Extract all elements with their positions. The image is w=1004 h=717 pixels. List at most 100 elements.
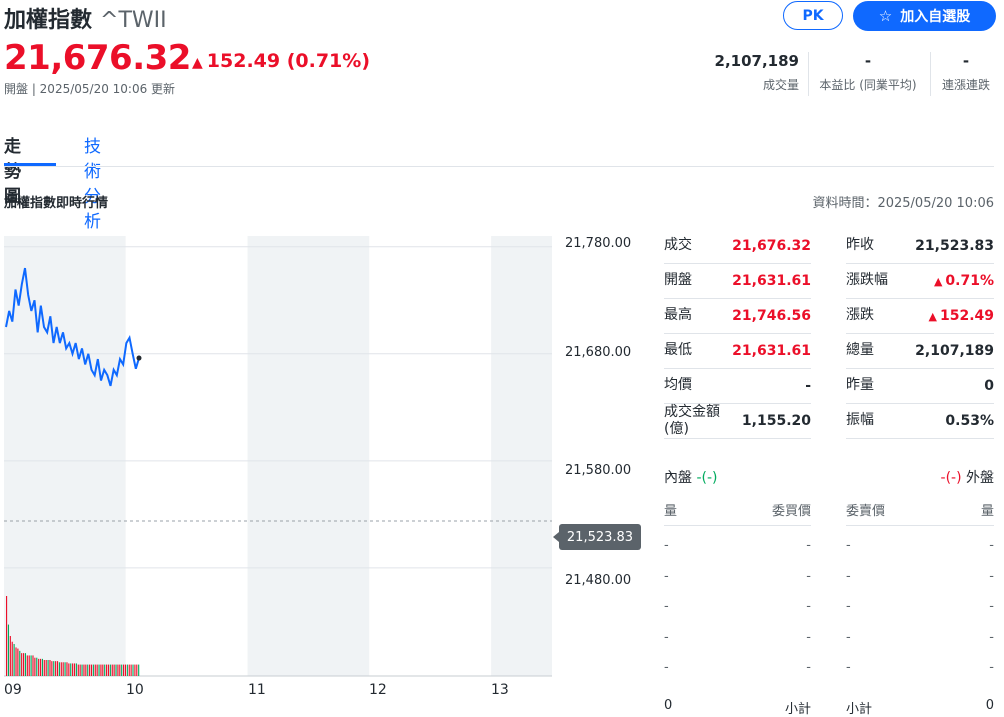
volume-bar: [41, 658, 43, 676]
volume-bar: [119, 664, 121, 676]
quote-value-text: 0.53%: [945, 412, 994, 429]
volume-bar: [70, 663, 72, 676]
orderbook-cell: -: [846, 629, 851, 645]
quote-value: 0: [984, 378, 994, 394]
volume-bar: [22, 653, 25, 676]
quote-row: 成交金額 (億) 1,155.20: [664, 403, 811, 439]
volume-bar: [51, 661, 53, 676]
tab-technical[interactable]: 技術分析: [84, 132, 101, 232]
quote-row: 漲跌 ▲ 152.49: [846, 298, 994, 334]
volume-bar: [124, 664, 127, 676]
volume-bar: [81, 664, 83, 676]
quote-value: 1,155.20: [742, 413, 811, 429]
inner-plate: 內盤 -(-): [664, 467, 717, 487]
y-tick-label: 21,580.00: [565, 463, 632, 478]
volume-bar: [60, 662, 62, 676]
quote-value: 0.53%: [945, 413, 994, 429]
quote-value: ▲ 0.71%: [934, 273, 994, 289]
volume-bar: [24, 653, 27, 676]
orderbook-row: --: [664, 630, 811, 645]
pk-button[interactable]: PK: [783, 1, 843, 30]
orderbook-cell: -: [806, 568, 811, 584]
subtotal-value: 0: [985, 698, 994, 713]
orderbook-row: --: [846, 538, 994, 553]
volume-bar: [30, 655, 32, 676]
quote-value-text: 21,631.61: [732, 272, 811, 289]
stat-value: -: [864, 52, 872, 70]
quote-row: 昨收 21,523.83: [846, 228, 994, 264]
orderbook-cell: -: [989, 538, 994, 553]
quote-value-text: 0.71%: [945, 272, 994, 289]
intraday-chart[interactable]: [0, 230, 560, 680]
stat-label: 連漲連跌: [941, 78, 990, 92]
volume-bar: [26, 655, 28, 676]
divider: [4, 166, 994, 167]
volume-bar: [98, 664, 100, 676]
volume-bar: [113, 664, 115, 676]
volume-bar: [68, 663, 70, 676]
volume-bar: [39, 658, 42, 676]
stat-label: 成交量: [762, 78, 799, 92]
orderbook-row: --: [664, 538, 811, 553]
volume-bar: [90, 664, 93, 676]
volume-bar: [102, 664, 104, 676]
volume-bar: [75, 663, 77, 676]
volume-bar: [79, 664, 81, 676]
volume-bar: [9, 636, 11, 676]
orderbook-cell: -: [664, 568, 669, 584]
orderbook-cell: -: [806, 660, 811, 675]
add-watchlist-label: 加入自選股: [900, 9, 971, 25]
index-symbol: ^TWII: [100, 8, 167, 33]
section-title: 加權指數即時行情: [4, 196, 109, 211]
orderbook-cell: -: [989, 660, 994, 675]
volume-bar: [121, 664, 123, 676]
orderbook-cell: -: [664, 629, 669, 645]
quote-label: 最低: [664, 342, 692, 358]
orderbook-cell: -: [989, 568, 994, 584]
orderbook-row: --: [846, 630, 994, 645]
volume-bar: [47, 660, 49, 676]
orderbook-header-ask: 委賣價 量: [846, 500, 994, 526]
orderbook-row: --: [664, 569, 811, 584]
orderbook-row: --: [664, 599, 811, 614]
quote-label: 最高: [664, 307, 692, 323]
volume-bar: [106, 664, 108, 676]
quote-label: 漲跌幅: [846, 272, 888, 288]
volume-bar: [100, 664, 102, 676]
quote-value-text: 2,107,189: [915, 342, 994, 359]
stat-streak: - 連漲連跌: [936, 52, 996, 93]
stat-value: -: [962, 52, 970, 70]
up-arrow-icon: ▲: [192, 55, 203, 71]
volume-bar: [43, 660, 45, 676]
stat-volume: 2,107,189 成交量: [715, 52, 799, 93]
volume-bar: [83, 664, 85, 676]
quote-value: ▲ 152.49: [929, 308, 995, 324]
volume-bar: [89, 664, 91, 676]
quote-label: 漲跌: [846, 307, 874, 323]
quote-value-text: 21,523.83: [915, 237, 994, 254]
x-tick-label: 10: [126, 682, 144, 698]
quote-value-text: 0: [984, 377, 994, 394]
quote-value-text: 21,676.32: [732, 237, 811, 254]
add-watchlist-button[interactable]: ☆ 加入自選股: [853, 1, 996, 31]
outer-value: -(-): [940, 470, 962, 486]
quote-row: 振幅 0.53%: [846, 403, 994, 439]
volume-bar: [104, 664, 106, 676]
quote-label: 開盤: [664, 272, 692, 288]
volume-bar: [132, 664, 134, 676]
volume-bar: [19, 650, 21, 676]
price-change: ▲ 152.49 (0.71%): [192, 50, 370, 72]
y-tick-label: 21,780.00: [565, 236, 632, 251]
quote-value: 21,631.61: [732, 273, 811, 289]
orderbook-cell: -: [989, 599, 994, 614]
quote-row: 漲跌幅 ▲ 0.71%: [846, 263, 994, 299]
quote-label: 昨收: [846, 237, 874, 253]
volume-bar: [85, 664, 87, 676]
x-tick-label: 12: [369, 682, 387, 698]
volume-bar: [138, 664, 140, 676]
volume-bar: [115, 664, 117, 676]
volume-bar: [92, 664, 94, 676]
volume-bar: [66, 662, 68, 676]
volume-bar: [21, 653, 23, 676]
volume-bar: [126, 664, 128, 676]
